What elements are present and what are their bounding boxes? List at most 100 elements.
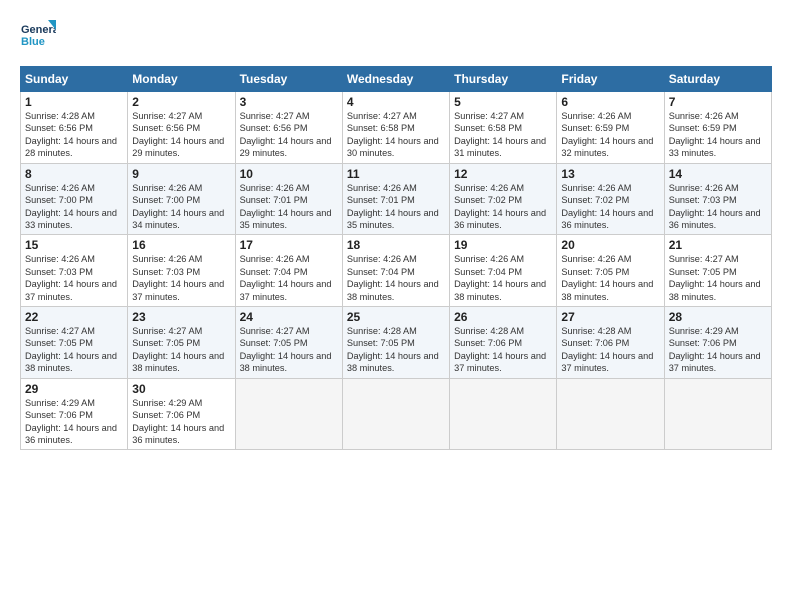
logo-svg: General Blue <box>20 18 56 54</box>
weekday-header-wednesday: Wednesday <box>342 67 449 92</box>
weekday-header-saturday: Saturday <box>664 67 771 92</box>
day-detail: Sunrise: 4:28 AM Sunset: 7:06 PM Dayligh… <box>454 325 552 375</box>
day-detail: Sunrise: 4:28 AM Sunset: 7:05 PM Dayligh… <box>347 325 445 375</box>
day-number: 15 <box>25 238 123 252</box>
calendar-cell: 2Sunrise: 4:27 AM Sunset: 6:56 PM Daylig… <box>128 92 235 164</box>
day-number: 10 <box>240 167 338 181</box>
calendar-page: General Blue SundayMondayTuesdayWednesda… <box>0 0 792 612</box>
calendar-cell: 16Sunrise: 4:26 AM Sunset: 7:03 PM Dayli… <box>128 235 235 307</box>
calendar-cell <box>664 378 771 450</box>
calendar-cell: 10Sunrise: 4:26 AM Sunset: 7:01 PM Dayli… <box>235 163 342 235</box>
calendar-cell: 7Sunrise: 4:26 AM Sunset: 6:59 PM Daylig… <box>664 92 771 164</box>
day-detail: Sunrise: 4:26 AM Sunset: 7:00 PM Dayligh… <box>25 182 123 232</box>
day-detail: Sunrise: 4:29 AM Sunset: 7:06 PM Dayligh… <box>132 397 230 447</box>
day-number: 18 <box>347 238 445 252</box>
day-number: 22 <box>25 310 123 324</box>
day-detail: Sunrise: 4:26 AM Sunset: 7:00 PM Dayligh… <box>132 182 230 232</box>
calendar-cell: 18Sunrise: 4:26 AM Sunset: 7:04 PM Dayli… <box>342 235 449 307</box>
day-number: 16 <box>132 238 230 252</box>
svg-text:Blue: Blue <box>21 36 45 48</box>
calendar-cell: 23Sunrise: 4:27 AM Sunset: 7:05 PM Dayli… <box>128 307 235 379</box>
calendar-cell: 25Sunrise: 4:28 AM Sunset: 7:05 PM Dayli… <box>342 307 449 379</box>
day-detail: Sunrise: 4:26 AM Sunset: 6:59 PM Dayligh… <box>669 110 767 160</box>
day-detail: Sunrise: 4:27 AM Sunset: 6:58 PM Dayligh… <box>347 110 445 160</box>
day-number: 13 <box>561 167 659 181</box>
day-number: 4 <box>347 95 445 109</box>
day-detail: Sunrise: 4:27 AM Sunset: 6:56 PM Dayligh… <box>132 110 230 160</box>
day-number: 29 <box>25 382 123 396</box>
day-detail: Sunrise: 4:28 AM Sunset: 7:06 PM Dayligh… <box>561 325 659 375</box>
day-number: 28 <box>669 310 767 324</box>
day-detail: Sunrise: 4:26 AM Sunset: 7:04 PM Dayligh… <box>240 253 338 303</box>
day-detail: Sunrise: 4:29 AM Sunset: 7:06 PM Dayligh… <box>25 397 123 447</box>
day-number: 2 <box>132 95 230 109</box>
calendar-body: 1Sunrise: 4:28 AM Sunset: 6:56 PM Daylig… <box>21 92 772 450</box>
calendar-cell: 5Sunrise: 4:27 AM Sunset: 6:58 PM Daylig… <box>450 92 557 164</box>
calendar-cell: 22Sunrise: 4:27 AM Sunset: 7:05 PM Dayli… <box>21 307 128 379</box>
day-number: 12 <box>454 167 552 181</box>
calendar-cell: 15Sunrise: 4:26 AM Sunset: 7:03 PM Dayli… <box>21 235 128 307</box>
day-detail: Sunrise: 4:26 AM Sunset: 7:03 PM Dayligh… <box>669 182 767 232</box>
day-detail: Sunrise: 4:27 AM Sunset: 7:05 PM Dayligh… <box>669 253 767 303</box>
day-number: 9 <box>132 167 230 181</box>
weekday-header-tuesday: Tuesday <box>235 67 342 92</box>
calendar-cell: 8Sunrise: 4:26 AM Sunset: 7:00 PM Daylig… <box>21 163 128 235</box>
calendar-table: SundayMondayTuesdayWednesdayThursdayFrid… <box>20 66 772 450</box>
calendar-cell: 30Sunrise: 4:29 AM Sunset: 7:06 PM Dayli… <box>128 378 235 450</box>
day-number: 19 <box>454 238 552 252</box>
day-detail: Sunrise: 4:27 AM Sunset: 7:05 PM Dayligh… <box>240 325 338 375</box>
calendar-cell: 19Sunrise: 4:26 AM Sunset: 7:04 PM Dayli… <box>450 235 557 307</box>
day-detail: Sunrise: 4:26 AM Sunset: 7:04 PM Dayligh… <box>347 253 445 303</box>
day-detail: Sunrise: 4:28 AM Sunset: 6:56 PM Dayligh… <box>25 110 123 160</box>
weekday-header-monday: Monday <box>128 67 235 92</box>
day-number: 26 <box>454 310 552 324</box>
calendar-cell: 3Sunrise: 4:27 AM Sunset: 6:56 PM Daylig… <box>235 92 342 164</box>
day-number: 27 <box>561 310 659 324</box>
day-number: 6 <box>561 95 659 109</box>
calendar-cell: 12Sunrise: 4:26 AM Sunset: 7:02 PM Dayli… <box>450 163 557 235</box>
calendar-cell: 21Sunrise: 4:27 AM Sunset: 7:05 PM Dayli… <box>664 235 771 307</box>
day-detail: Sunrise: 4:26 AM Sunset: 6:59 PM Dayligh… <box>561 110 659 160</box>
calendar-cell <box>450 378 557 450</box>
day-detail: Sunrise: 4:26 AM Sunset: 7:02 PM Dayligh… <box>561 182 659 232</box>
day-number: 23 <box>132 310 230 324</box>
day-detail: Sunrise: 4:26 AM Sunset: 7:02 PM Dayligh… <box>454 182 552 232</box>
day-number: 1 <box>25 95 123 109</box>
day-number: 21 <box>669 238 767 252</box>
calendar-cell: 6Sunrise: 4:26 AM Sunset: 6:59 PM Daylig… <box>557 92 664 164</box>
day-number: 14 <box>669 167 767 181</box>
day-detail: Sunrise: 4:26 AM Sunset: 7:03 PM Dayligh… <box>25 253 123 303</box>
calendar-cell: 24Sunrise: 4:27 AM Sunset: 7:05 PM Dayli… <box>235 307 342 379</box>
svg-text:General: General <box>21 24 56 36</box>
calendar-cell: 29Sunrise: 4:29 AM Sunset: 7:06 PM Dayli… <box>21 378 128 450</box>
calendar-cell: 28Sunrise: 4:29 AM Sunset: 7:06 PM Dayli… <box>664 307 771 379</box>
calendar-cell <box>557 378 664 450</box>
weekday-header-sunday: Sunday <box>21 67 128 92</box>
day-detail: Sunrise: 4:26 AM Sunset: 7:05 PM Dayligh… <box>561 253 659 303</box>
logo: General Blue <box>20 18 56 54</box>
day-number: 5 <box>454 95 552 109</box>
day-number: 17 <box>240 238 338 252</box>
day-detail: Sunrise: 4:26 AM Sunset: 7:01 PM Dayligh… <box>347 182 445 232</box>
calendar-cell: 9Sunrise: 4:26 AM Sunset: 7:00 PM Daylig… <box>128 163 235 235</box>
calendar-cell: 1Sunrise: 4:28 AM Sunset: 6:56 PM Daylig… <box>21 92 128 164</box>
day-detail: Sunrise: 4:26 AM Sunset: 7:03 PM Dayligh… <box>132 253 230 303</box>
calendar-cell: 14Sunrise: 4:26 AM Sunset: 7:03 PM Dayli… <box>664 163 771 235</box>
day-number: 3 <box>240 95 338 109</box>
day-detail: Sunrise: 4:29 AM Sunset: 7:06 PM Dayligh… <box>669 325 767 375</box>
calendar-header-row: SundayMondayTuesdayWednesdayThursdayFrid… <box>21 67 772 92</box>
weekday-header-friday: Friday <box>557 67 664 92</box>
day-number: 7 <box>669 95 767 109</box>
calendar-cell: 4Sunrise: 4:27 AM Sunset: 6:58 PM Daylig… <box>342 92 449 164</box>
calendar-cell: 17Sunrise: 4:26 AM Sunset: 7:04 PM Dayli… <box>235 235 342 307</box>
day-detail: Sunrise: 4:27 AM Sunset: 7:05 PM Dayligh… <box>25 325 123 375</box>
day-detail: Sunrise: 4:27 AM Sunset: 6:56 PM Dayligh… <box>240 110 338 160</box>
day-number: 11 <box>347 167 445 181</box>
day-number: 30 <box>132 382 230 396</box>
day-detail: Sunrise: 4:26 AM Sunset: 7:01 PM Dayligh… <box>240 182 338 232</box>
day-number: 25 <box>347 310 445 324</box>
calendar-cell <box>235 378 342 450</box>
day-number: 20 <box>561 238 659 252</box>
weekday-header-thursday: Thursday <box>450 67 557 92</box>
day-number: 24 <box>240 310 338 324</box>
